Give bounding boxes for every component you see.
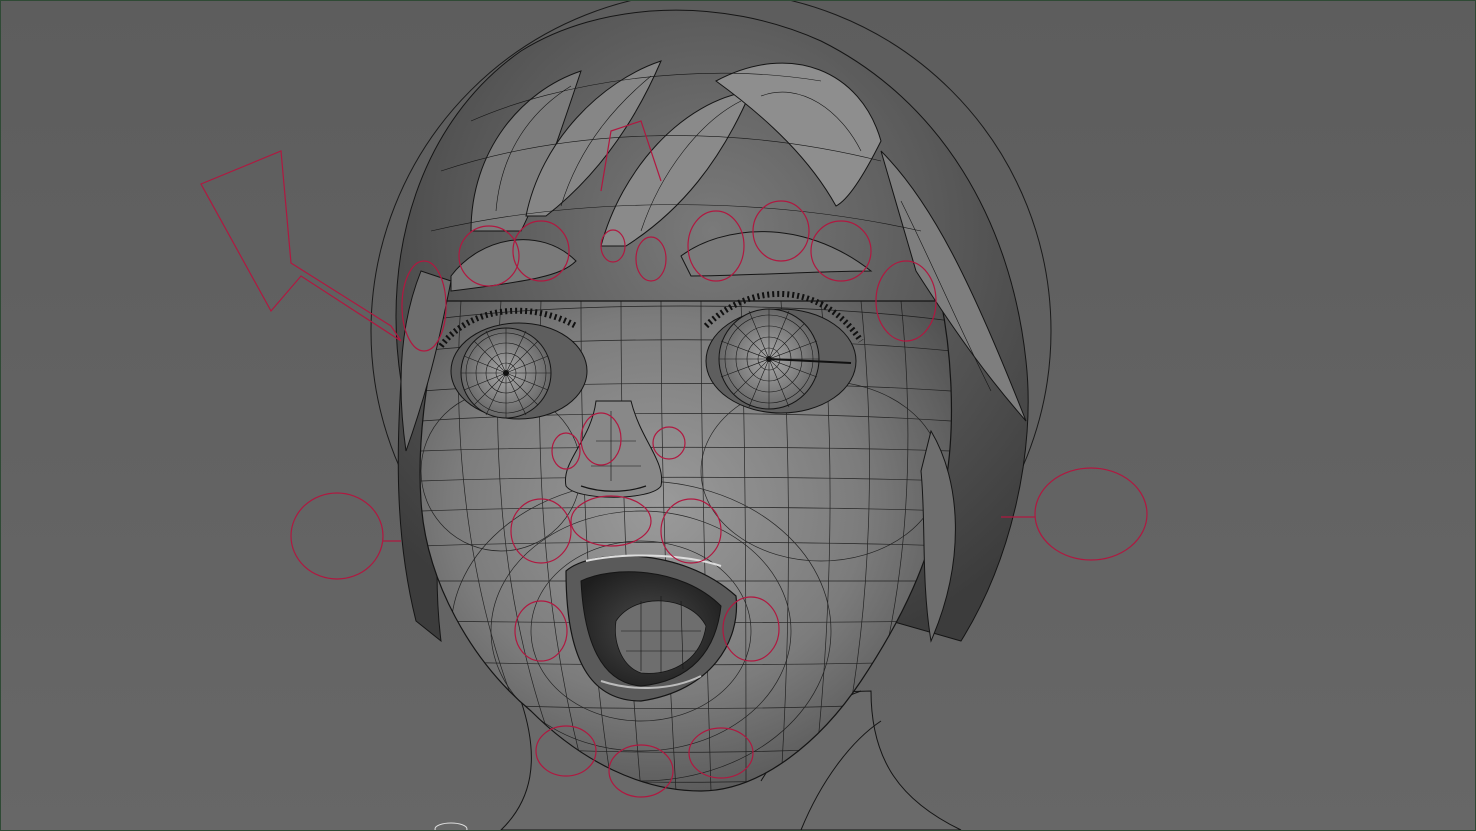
maya-3d-viewport[interactable] [0,0,1476,831]
viewport-canvas[interactable] [1,1,1475,830]
